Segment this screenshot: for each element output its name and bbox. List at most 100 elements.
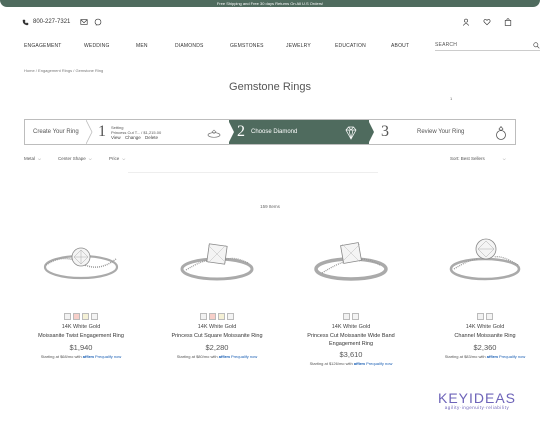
account-icon[interactable] (462, 18, 470, 26)
product-price: $2,360 (473, 342, 497, 352)
affirm-logo: affirm (82, 353, 94, 359)
filter-center-shape[interactable]: Center Shape ⌵ (58, 156, 92, 161)
metal-swatches (296, 313, 406, 320)
financing-prefix: Starting at $83/mo with (444, 353, 486, 359)
breadcrumb-engagement-rings[interactable]: Engagement Rings (38, 68, 72, 73)
setting-view-link[interactable]: View (111, 135, 121, 140)
prequalify-link[interactable]: Prequalify now (499, 354, 525, 359)
nav-about[interactable]: ABOUT (391, 43, 409, 49)
watermark-name: KEYIDEAS (437, 390, 517, 406)
wishlist-heart-icon[interactable] (483, 18, 491, 26)
product-card[interactable]: 14K White Gold Channel Moissanite Ring $… (430, 225, 540, 359)
product-name[interactable]: Channel Moissanite Ring (430, 333, 540, 341)
financing-prefix: Starting at $126/mo with (309, 361, 353, 366)
swatch-white-gold[interactable] (477, 313, 484, 320)
setting-delete-link[interactable]: Delete (145, 135, 158, 140)
filter-price-label: Price (109, 156, 120, 161)
top-bar: 800-227-7321 (22, 14, 518, 30)
page-title: Gemstone Rings (229, 81, 311, 93)
swatch-rose-gold[interactable] (209, 313, 216, 320)
swatch-platinum[interactable] (352, 313, 359, 320)
step-review-number: 3 (381, 123, 389, 140)
affirm-logo: affirm (353, 361, 365, 366)
product-name[interactable]: Princess Cut Moissanite Wide Band Engage… (296, 333, 406, 348)
step-setting[interactable]: 1 Setting Princess Cut T... / $1,215.00 … (86, 120, 229, 144)
metal-swatches (162, 313, 272, 320)
nav-wedding[interactable]: WEDDING (84, 43, 110, 49)
swatch-platinum[interactable] (91, 313, 98, 320)
product-image[interactable] (38, 225, 124, 295)
swatch-rose-gold[interactable] (73, 313, 80, 320)
step-choose-diamond[interactable]: 2 Choose Diamond (228, 120, 369, 144)
product-name[interactable]: Princess Cut Square Moissanite Ring (162, 333, 272, 341)
swatch-platinum[interactable] (486, 313, 493, 320)
step-chevron-divider (368, 120, 374, 144)
nav-diamonds[interactable]: DIAMONDS (175, 43, 204, 49)
ring-icon (496, 125, 506, 140)
financing-text: Starting at $80/mo with affirm Prequalif… (162, 354, 272, 359)
affirm-logo: affirm (218, 353, 230, 359)
product-image[interactable] (308, 225, 394, 295)
chevron-down-icon: ⌵ (122, 156, 126, 161)
product-metal: 14K White Gold (465, 324, 505, 330)
chat-icon[interactable] (94, 18, 102, 26)
financing-text: Starting at $126/mo with affirm Prequali… (296, 361, 406, 366)
phone-number[interactable]: 800-227-7321 (33, 19, 70, 25)
divider (128, 172, 378, 173)
step-review-your-ring[interactable]: 3 Review Your Ring (368, 120, 515, 144)
mail-icon[interactable] (80, 18, 88, 26)
breadcrumb: Home / Engagement Rings / Gemstone Ring (24, 68, 103, 73)
swatch-white-gold[interactable] (200, 313, 207, 320)
cart-bag-icon[interactable] (504, 18, 512, 26)
prequalify-link[interactable]: Prequalify now (95, 354, 121, 359)
swatch-yellow-gold[interactable] (218, 313, 225, 320)
nav-engagement[interactable]: ENGAGEMENT (24, 43, 62, 49)
step-chevron-divider (86, 120, 93, 144)
breadcrumb-home[interactable]: Home (24, 68, 35, 73)
prequalify-link[interactable]: Prequalify now (366, 361, 392, 366)
step-create-label: Create Your Ring (33, 129, 79, 135)
swatch-white-gold[interactable] (343, 313, 350, 320)
product-price: $2,280 (205, 342, 229, 352)
swatch-platinum[interactable] (227, 313, 234, 320)
metal-swatches (430, 313, 540, 320)
affirm-logo: affirm (486, 353, 498, 359)
swatch-white-gold[interactable] (64, 313, 71, 320)
phone-icon (22, 19, 29, 25)
step-create-your-ring[interactable]: Create Your Ring (25, 120, 87, 144)
step-choose-number: 2 (237, 123, 245, 140)
filter-price[interactable]: Price ⌵ (109, 156, 125, 161)
watermark-tagline: agility·ingenuity·reliability (444, 405, 510, 410)
sort-select[interactable]: Sort: Best Sellers ⌵ (450, 156, 506, 161)
product-image[interactable] (174, 225, 260, 295)
product-card[interactable]: 14K White Gold Princess Cut Square Moiss… (162, 225, 272, 359)
search-input[interactable]: SEARCH (435, 40, 540, 51)
product-name[interactable]: Moissanite Twist Engagement Ring (26, 333, 136, 341)
filter-center-shape-label: Center Shape (58, 156, 86, 161)
nav-men[interactable]: MEN (136, 43, 148, 49)
nav-education[interactable]: EDUCATION (335, 43, 366, 49)
filter-bar: Metal ⌵ Center Shape ⌵ Price ⌵ Sort: Best S… (24, 156, 516, 173)
product-card[interactable]: 14K White Gold Moissanite Twist Engageme… (26, 225, 136, 359)
filter-metal[interactable]: Metal ⌵ (24, 156, 41, 161)
nav-gemstones[interactable]: GEMSTONES (230, 43, 264, 49)
financing-prefix: Starting at $68/mo with (40, 353, 82, 359)
search-icon[interactable] (533, 41, 540, 49)
prequalify-link[interactable]: Prequalify now (231, 354, 257, 359)
financing-text: Starting at $68/mo with affirm Prequalif… (26, 354, 136, 359)
step-chevron-divider (228, 120, 234, 144)
filter-metal-label: Metal (24, 156, 36, 161)
chevron-down-icon: ⌵ (88, 156, 92, 161)
metal-swatches (26, 313, 136, 320)
product-card[interactable]: 14K White Gold Princess Cut Moissanite W… (296, 225, 406, 366)
setting-ring-icon (207, 129, 221, 138)
swatch-yellow-gold[interactable] (82, 313, 89, 320)
item-count: 159 Items (260, 204, 280, 209)
product-price: $1,940 (69, 342, 93, 352)
nav-jewelry[interactable]: JEWELRY (286, 43, 311, 49)
setting-change-link[interactable]: Change (125, 135, 141, 140)
chevron-down-icon: ⌵ (38, 156, 42, 161)
product-image[interactable] (442, 225, 528, 295)
product-price: $3,610 (339, 350, 363, 359)
step-review-label: Review Your Ring (417, 129, 465, 135)
